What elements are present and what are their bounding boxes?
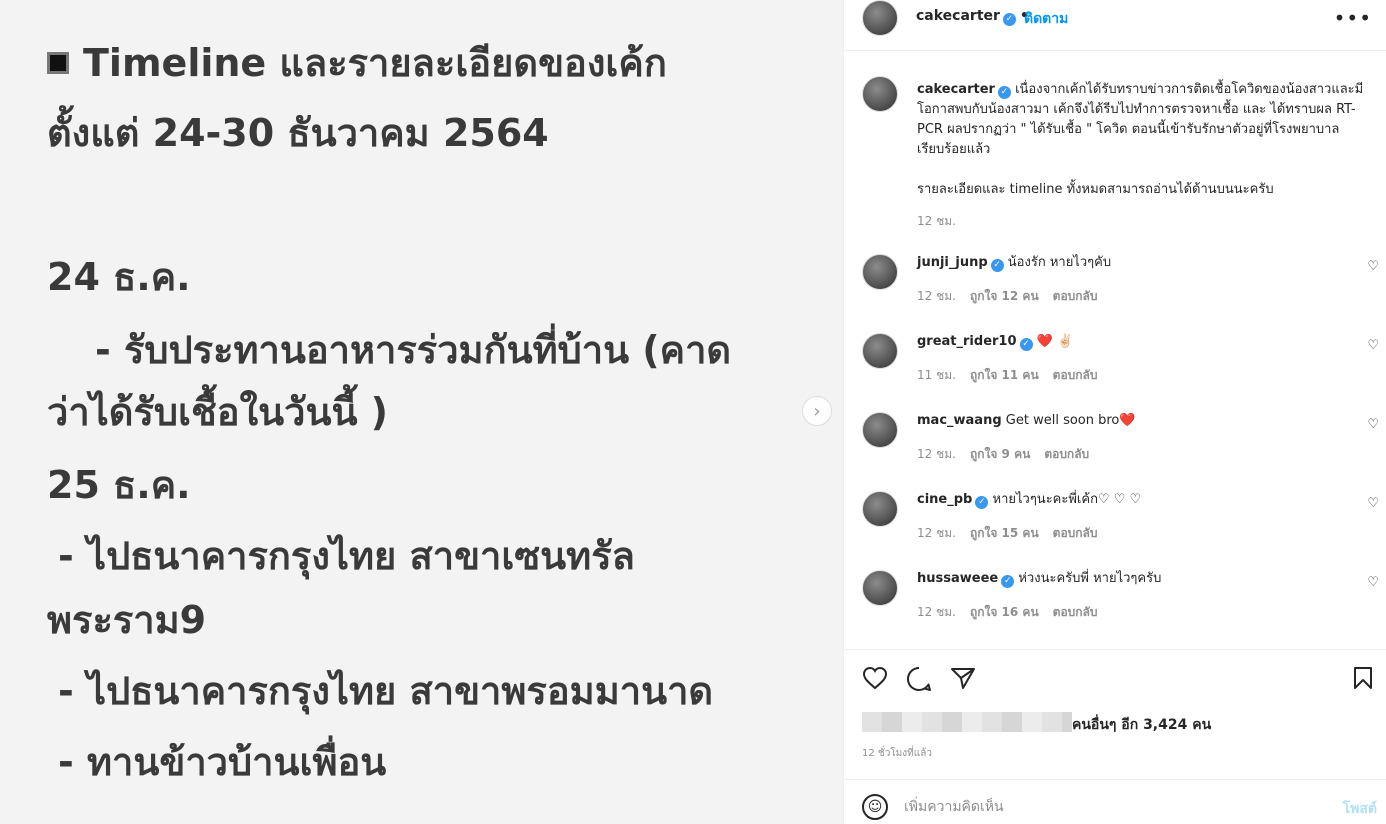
avatar[interactable] — [862, 333, 898, 369]
image-text-line: Timeline และรายละเอียดของเค้ก — [47, 44, 667, 82]
comment-likes[interactable]: ถูกใจ 12 คน — [970, 289, 1039, 303]
verified-badge-icon: ✓ — [997, 86, 1011, 99]
post-actions: คนอื่นๆ อีก 3,424 คน 12 ชั่วโมงที่แล้ว — [844, 649, 1386, 779]
comment-likes[interactable]: ถูกใจ 15 คน — [970, 526, 1039, 540]
comment-input[interactable] — [904, 794, 1284, 820]
reply-button[interactable]: ตอบกลับ — [1053, 526, 1098, 540]
comment-time[interactable]: 12 ชม. — [917, 289, 956, 303]
comment-time[interactable]: 12 ชม. — [917, 526, 956, 540]
comment-time[interactable]: 11 ชม. — [917, 368, 956, 382]
emoji-icon[interactable]: ☺ — [862, 794, 888, 820]
comment-bubble-icon[interactable] — [906, 666, 932, 692]
post-time[interactable]: 12 ชั่วโมงที่แล้ว — [862, 746, 932, 761]
comment-likes[interactable]: ถูกใจ 9 คน — [970, 447, 1030, 461]
post-header: cakecarter ✓ • ติดตาม ••• — [844, 0, 1386, 51]
comment-text: น้องรัก หายไวๆคับ — [1007, 255, 1112, 270]
header-username[interactable]: cakecarter ✓ • — [916, 8, 1033, 26]
comment-text: หายไวๆนะคะพี่เค้ก♡ ♡ ♡ — [992, 492, 1142, 507]
comment-item: great_rider10 ✓ ❤️ ✌🏻 11 ชม. ถูกใจ 11 คน ตอ… — [844, 333, 1386, 393]
comment-time[interactable]: 12 ชม. — [917, 447, 956, 461]
comment-item: junji_junp ✓ น้องรัก หายไวๆคับ 12 ชม. ถูกใ… — [844, 254, 1386, 314]
comment-username[interactable]: great_rider10 — [917, 334, 1017, 349]
comment-username[interactable]: cine_pb — [917, 492, 972, 507]
post-comment-button[interactable]: โพสต์ — [1343, 798, 1377, 820]
comment-item: hussaweee ✓ ห่วงนะครับพี่ หายไวๆครับ 12 ช… — [844, 570, 1386, 630]
image-title: Timeline และรายละเอียดของเค้ก — [83, 41, 667, 85]
verified-badge-icon: ✓ — [975, 496, 989, 509]
caption-time[interactable]: 12 ชม. — [917, 212, 956, 231]
heart-icon[interactable]: ♡ — [1367, 338, 1379, 353]
image-text-line: - ไปธนาคารกรุงไทย สาขาพรอมมานาด — [58, 669, 714, 713]
comment-username[interactable]: junji_junp — [917, 255, 988, 270]
comment-time[interactable]: 12 ชม. — [917, 605, 956, 619]
avatar[interactable] — [862, 76, 898, 112]
image-text-line: 24 ธ.ค. — [47, 255, 191, 299]
post-sidebar: cakecarter ✓ • ติดตาม ••• cakecarter ✓ เนื่… — [843, 0, 1386, 824]
heart-icon[interactable]: ♡ — [1367, 575, 1379, 590]
bookmark-icon[interactable] — [1352, 666, 1374, 690]
caption-username[interactable]: cakecarter — [917, 82, 995, 97]
verified-badge-icon: ✓ — [990, 259, 1004, 272]
comment-username[interactable]: mac_waang — [917, 413, 1002, 428]
comment-likes[interactable]: ถูกใจ 11 คน — [970, 368, 1039, 382]
comment-text: ห่วงนะครับพี่ หายไวๆครับ — [1018, 571, 1162, 586]
post-caption: cakecarter ✓ เนื่องจากเค้กได้รับทราบข่าวก… — [917, 80, 1369, 200]
avatar[interactable] — [862, 570, 898, 606]
next-image-button[interactable]: › — [802, 396, 832, 426]
image-text-line: - รับประทานอาหารร่วมกันที่บ้าน (คาด — [95, 328, 732, 372]
image-text-line: ตั้งแต่ 24-30 ธันวาคม 2564 — [47, 111, 549, 155]
reply-button[interactable]: ตอบกลับ — [1053, 605, 1098, 619]
reply-button[interactable]: ตอบกลับ — [1053, 368, 1098, 382]
comment-likes[interactable]: ถูกใจ 16 คน — [970, 605, 1039, 619]
post-image: Timeline และรายละเอียดของเค้ก ตั้งแต่ 24… — [0, 0, 843, 824]
add-comment-bar: ☺ โพสต์ — [844, 779, 1386, 824]
avatar[interactable] — [862, 491, 898, 527]
reply-button[interactable]: ตอบกลับ — [1044, 447, 1089, 461]
likes-count[interactable]: คนอื่นๆ อีก 3,424 คน — [1072, 714, 1211, 736]
comment-username[interactable]: hussaweee — [917, 571, 998, 586]
share-send-icon[interactable] — [950, 666, 976, 690]
heart-icon[interactable]: ♡ — [1367, 417, 1379, 432]
image-text-line: 25 ธ.ค. — [47, 463, 191, 507]
more-options-icon[interactable]: ••• — [1334, 6, 1372, 30]
heart-icon[interactable]: ♡ — [1367, 259, 1379, 274]
verified-badge-icon: ✓ — [1019, 338, 1033, 351]
comment-item: cine_pb ✓ หายไวๆนะคะพี่เค้ก♡ ♡ ♡ 12 ชม. ถู… — [844, 491, 1386, 551]
follow-button[interactable]: ติดตาม — [1024, 8, 1068, 30]
username-link[interactable]: cakecarter — [916, 8, 1000, 24]
like-heart-icon[interactable] — [862, 666, 888, 690]
avatar[interactable] — [862, 0, 898, 36]
verified-badge-icon: ✓ — [1002, 13, 1016, 26]
comment-text: ❤️ ✌🏻 — [1036, 334, 1074, 349]
avatar[interactable] — [862, 412, 898, 448]
blurred-liker-names — [862, 712, 1072, 732]
image-text-line: - ทานข้าวบ้านเพื่อน — [58, 740, 387, 784]
comment-item: mac_waang Get well soon bro❤️ 12 ชม. ถูกใ… — [844, 412, 1386, 472]
avatar[interactable] — [862, 254, 898, 290]
reply-button[interactable]: ตอบกลับ — [1053, 289, 1098, 303]
heart-icon[interactable]: ♡ — [1367, 496, 1379, 511]
comment-text: Get well soon bro❤️ — [1005, 413, 1136, 428]
image-text-line: - ไปธนาคารกรุงไทย สาขาเซนทรัล — [58, 534, 635, 578]
chevron-right-icon: › — [813, 400, 821, 422]
image-text-line: พระราม9 — [47, 598, 207, 642]
black-square-icon — [47, 52, 69, 74]
image-text-line: ว่าได้รับเชื้อในวันนี้ ) — [47, 390, 389, 434]
verified-badge-icon: ✓ — [1001, 575, 1015, 588]
caption-text-2: รายละเอียดและ timeline ทั้งหมดสามารถอ่าน… — [917, 182, 1274, 197]
